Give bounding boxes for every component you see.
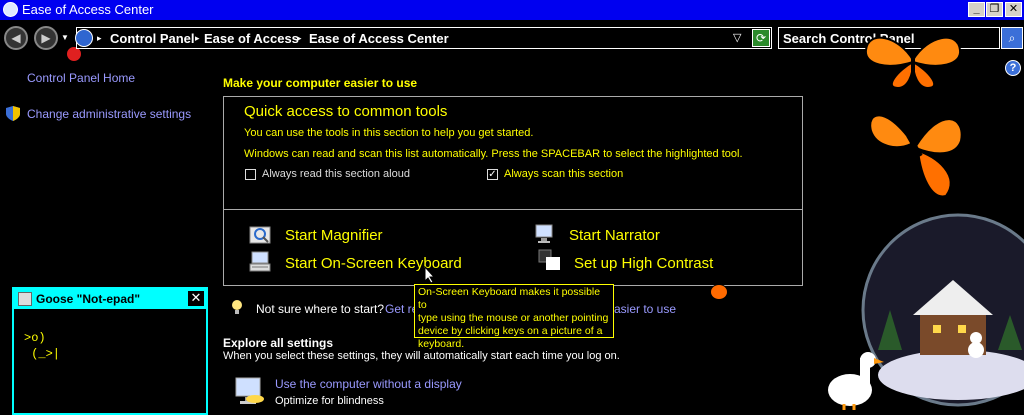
restore-icon: ❐ — [989, 3, 1000, 15]
refresh-icon: ⟳ — [755, 31, 767, 45]
back-arrow-icon: ◀ — [11, 31, 21, 45]
close-button[interactable]: ✕ — [1005, 2, 1022, 17]
app-icon — [3, 2, 18, 17]
page-heading: Make your computer easier to use — [223, 76, 418, 90]
help-icon: ? — [1009, 62, 1017, 74]
read-aloud-checkbox[interactable] — [245, 169, 256, 180]
restore-button[interactable]: ❐ — [986, 2, 1003, 17]
quick-access-desc-2: Windows can read and scan this list auto… — [244, 148, 743, 160]
close-icon: ✕ — [1008, 3, 1019, 15]
minimize-icon: _ — [973, 3, 980, 15]
tooltip-line: device by clicking keys on a picture of … — [418, 325, 603, 337]
back-button[interactable]: ◀ — [4, 26, 28, 50]
goose-window-title-bar[interactable]: Goose "Not-epad" ✕ — [14, 289, 206, 309]
goose-window-text[interactable]: >o) (_>| — [24, 330, 60, 362]
goose-window-close-button[interactable]: ✕ — [188, 291, 204, 306]
forward-arrow-icon: ▶ — [41, 31, 51, 45]
title-bar: Ease of Access Center _ ❐ ✕ — [0, 0, 1024, 20]
breadcrumb-separator-icon[interactable]: ▸ — [195, 33, 200, 44]
read-aloud-label[interactable]: Always read this section aloud — [262, 168, 410, 180]
breadcrumb-control-panel[interactable]: Control Panel — [110, 31, 195, 46]
notepad-icon — [18, 292, 32, 306]
tooltip-line: type using the mouse or another pointing — [418, 312, 609, 324]
explore-desc: When you select these settings, they wil… — [223, 350, 620, 362]
chevron-down-icon: ▽ — [733, 32, 742, 44]
optimize-for-blindness-text: Optimize for blindness — [275, 395, 384, 407]
address-bar[interactable]: ▸ Control Panel ▸ Ease of Access ▸ Ease … — [75, 27, 772, 49]
forward-button[interactable]: ▶ — [34, 26, 58, 50]
change-admin-settings-link[interactable]: Change administrative settings — [27, 107, 191, 121]
window-title: Ease of Access Center — [22, 2, 154, 17]
breadcrumb-separator-icon: ▸ — [97, 33, 102, 43]
explore-heading: Explore all settings — [223, 336, 334, 350]
goose-window-title: Goose "Not-epad" — [36, 292, 141, 306]
magnifier-icon — [249, 226, 271, 244]
narrator-icon — [535, 224, 553, 243]
display-settings-icon — [235, 377, 264, 404]
get-recommendations-link-end[interactable]: asier to use — [614, 302, 676, 316]
keyboard-icon — [249, 251, 271, 272]
search-button[interactable]: ⌕ — [1001, 27, 1023, 49]
control-panel-icon — [75, 29, 93, 47]
chevron-down-icon: ▼ — [61, 33, 69, 42]
start-narrator-link[interactable]: Start Narrator — [569, 227, 660, 244]
tooltip-line: On-Screen Keyboard makes it possible to — [418, 286, 601, 311]
address-dropdown[interactable]: ▽ — [733, 31, 741, 44]
help-button[interactable]: ? — [1005, 60, 1021, 76]
search-icon: ⌕ — [1008, 31, 1016, 45]
lightbulb-icon — [232, 300, 242, 314]
breadcrumb-ease-of-access[interactable]: Ease of Access — [204, 31, 299, 46]
divider — [224, 209, 802, 210]
quick-access-title: Quick access to common tools — [244, 103, 448, 120]
butterfly-icon — [864, 36, 962, 90]
tooltip: On-Screen Keyboard makes it possible to … — [414, 284, 614, 350]
recent-pages-dropdown[interactable]: ▼ — [61, 33, 69, 42]
breadcrumb-separator-icon[interactable]: ▸ — [297, 33, 302, 44]
set-up-high-contrast-link[interactable]: Set up High Contrast — [574, 255, 713, 272]
goose-notepad-window[interactable]: Goose "Not-epad" ✕ >o) (_>| — [12, 287, 208, 415]
quick-access-desc-1: You can use the tools in this section to… — [244, 127, 534, 139]
not-sure-text: Not sure where to start? — [256, 302, 385, 316]
close-icon: ✕ — [190, 290, 202, 305]
control-panel-home-link[interactable]: Control Panel Home — [27, 71, 135, 85]
goose-icon — [828, 352, 884, 410]
scan-section-checkbox[interactable]: ✓ — [487, 169, 498, 180]
minimize-button[interactable]: _ — [968, 2, 985, 17]
ladybug-icon — [710, 284, 728, 300]
breadcrumb-ease-of-access-center[interactable]: Ease of Access Center — [309, 31, 449, 46]
refresh-button[interactable]: ⟳ — [752, 29, 770, 47]
butterfly-icon — [869, 114, 963, 198]
use-without-display-link[interactable]: Use the computer without a display — [275, 377, 462, 391]
high-contrast-icon — [538, 249, 560, 270]
mouse-cursor-icon — [424, 266, 436, 284]
scan-section-label[interactable]: Always scan this section — [504, 168, 623, 180]
shield-icon — [6, 106, 20, 121]
start-magnifier-link[interactable]: Start Magnifier — [285, 227, 383, 244]
